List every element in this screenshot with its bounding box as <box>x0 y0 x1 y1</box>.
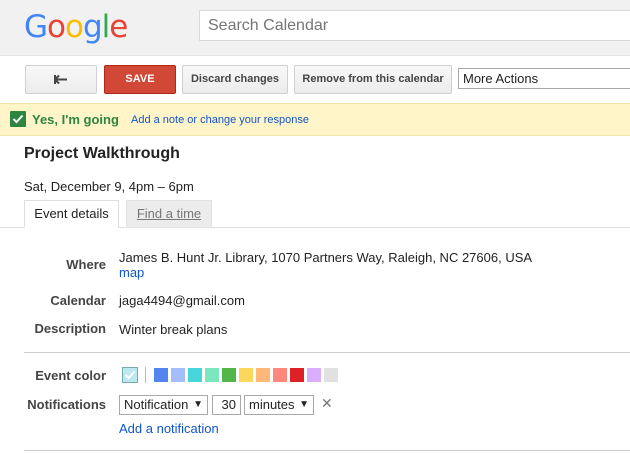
map-link[interactable]: map <box>119 265 144 280</box>
color-swatch[interactable] <box>171 368 185 382</box>
color-swatch[interactable] <box>307 368 321 382</box>
tab-event-details[interactable]: Event details <box>24 200 119 228</box>
color-swatch[interactable] <box>256 368 270 382</box>
description-value: Winter break plans <box>119 322 228 337</box>
rsvp-banner: Yes, I'm going Add a note or change your… <box>0 103 630 136</box>
logo-letter: o <box>65 9 84 45</box>
notification-method-value: Notification <box>124 397 189 412</box>
event-time: Sat, December 9, 4pm – 6pm <box>24 179 194 194</box>
search-input[interactable] <box>200 11 630 40</box>
color-swatch[interactable] <box>273 368 287 382</box>
notifications-label: Notifications <box>27 397 106 412</box>
selected-color-swatch[interactable] <box>122 367 138 383</box>
back-arrow-icon <box>54 74 67 85</box>
tab-find-a-time[interactable]: Find a time <box>126 200 212 228</box>
close-icon[interactable]: ✕ <box>321 395 333 412</box>
color-swatch[interactable] <box>154 368 168 382</box>
logo-letter: l <box>101 9 111 45</box>
color-swatch[interactable] <box>290 368 304 382</box>
color-swatch[interactable] <box>188 368 202 382</box>
color-swatch[interactable] <box>239 368 253 382</box>
action-toolbar: SAVE Discard changes Remove from this ca… <box>0 56 630 102</box>
calendar-value: jaga4494@gmail.com <box>119 293 245 308</box>
swatch-separator <box>145 367 146 383</box>
logo-letter: e <box>109 9 128 45</box>
checkmark-icon <box>124 370 136 380</box>
checkbox-checked-icon[interactable] <box>10 111 26 127</box>
remove-from-calendar-button[interactable]: Remove from this calendar <box>294 65 452 94</box>
google-logo[interactable]: Google <box>24 8 128 46</box>
save-button[interactable]: SAVE <box>104 65 176 94</box>
notification-unit-select[interactable]: minutes ▼ <box>244 395 314 415</box>
dropdown-arrow-icon: ▼ <box>193 399 203 410</box>
section-divider <box>24 450 630 451</box>
logo-letter: o <box>47 9 66 45</box>
event-title: Project Walkthrough <box>24 145 180 162</box>
color-swatch[interactable] <box>205 368 219 382</box>
tab-bar: Event details Find a time <box>0 200 630 228</box>
color-swatch[interactable] <box>324 368 338 382</box>
logo-letter: G <box>24 9 48 45</box>
notification-unit-value: minutes <box>249 397 295 412</box>
color-swatch[interactable] <box>222 368 236 382</box>
notification-amount-input[interactable]: 30 <box>212 395 241 415</box>
description-label: Description <box>34 321 106 336</box>
rsvp-status[interactable]: Yes, I'm going <box>32 112 119 127</box>
event-color-label: Event color <box>35 368 106 383</box>
add-notification-link[interactable]: Add a notification <box>119 421 219 436</box>
more-actions-dropdown[interactable]: More Actions <box>458 68 630 89</box>
where-label: Where <box>66 257 106 272</box>
calendar-label: Calendar <box>50 293 106 308</box>
logo-letter: g <box>82 9 103 45</box>
section-divider <box>24 352 630 353</box>
dropdown-arrow-icon: ▼ <box>299 399 309 410</box>
top-bar: Google <box>0 0 630 56</box>
search-box[interactable] <box>199 10 630 41</box>
back-button[interactable] <box>25 65 97 94</box>
change-response-link[interactable]: Add a note or change your response <box>131 114 309 126</box>
notification-method-select[interactable]: Notification ▼ <box>119 395 208 415</box>
where-value: James B. Hunt Jr. Library, 1070 Partners… <box>119 250 533 265</box>
discard-changes-button[interactable]: Discard changes <box>182 65 288 94</box>
